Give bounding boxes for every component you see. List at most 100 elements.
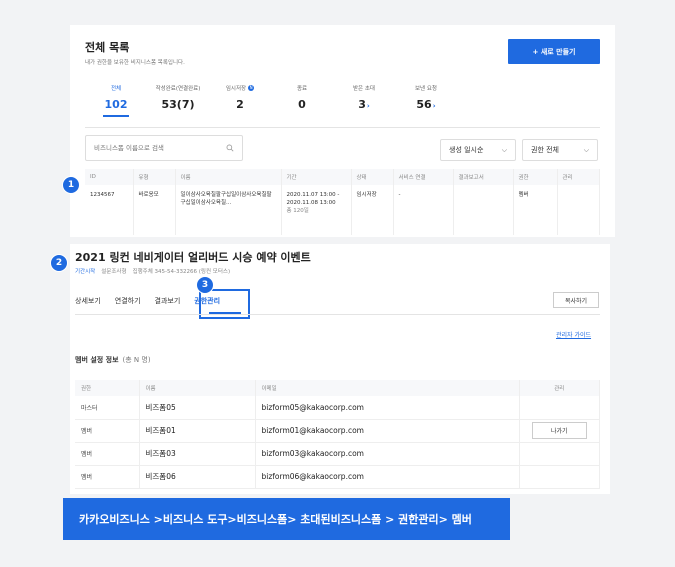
col-name: 이름 bbox=[175, 169, 282, 185]
member-role: 멤버 bbox=[75, 465, 140, 489]
col-period: 기간 bbox=[281, 169, 352, 185]
member-action bbox=[519, 442, 600, 466]
stat-completed[interactable]: 작성완료(연결완료) 53(7) bbox=[147, 83, 209, 117]
col-id: ID bbox=[85, 169, 134, 185]
member-section-title: 멤버 설정 정보 (총 N 명) bbox=[75, 356, 151, 364]
divider bbox=[75, 314, 600, 315]
tab-results[interactable]: 결과보기 bbox=[155, 296, 181, 312]
sort-dropdown-label: 생성 일시순 bbox=[449, 146, 484, 154]
stat-label: 종료 bbox=[296, 86, 308, 92]
stat-value: 3› bbox=[358, 98, 370, 111]
stat-value: 56› bbox=[416, 98, 436, 111]
col-manage: 관리 bbox=[519, 380, 600, 396]
member-email: bizform01@kakaocorp.com bbox=[255, 419, 520, 443]
member-role: 멤버 bbox=[75, 419, 140, 443]
row-permission: 멤버 bbox=[513, 185, 558, 235]
form-table: ID 유형 이름 기간 상태 서비스 연결 결과보고서 권한 관리 123456… bbox=[85, 169, 600, 235]
stat-label: 임시저장 bbox=[225, 86, 247, 92]
col-email: 이메일 bbox=[255, 380, 520, 396]
form-list-panel: 전체 목록 내가 권한을 보유한 비지니스폼 목록입니다. + 새로 만들기 전… bbox=[70, 25, 615, 237]
member-name: 비즈폼01 bbox=[139, 419, 256, 443]
table-row: 멤버 비즈폼03 bizform03@kakaocorp.com bbox=[75, 442, 600, 466]
form-detail-panel: 2021 링컨 네비게이터 얼리버드 시승 예약 이벤트 기간시작 설문조사형 … bbox=[70, 244, 610, 494]
member-action-cell: 나가기 bbox=[519, 419, 600, 443]
stat-value: 53(7) bbox=[161, 98, 195, 111]
step-marker-1: 1 bbox=[62, 176, 80, 194]
permission-dropdown[interactable]: 권한 전체 ⌵ bbox=[522, 139, 598, 161]
table-row[interactable]: 1234567 바로응모 일이삼사오육칠팔구십일이삼사오육칠팔구십일이삼사오육칠… bbox=[85, 185, 600, 235]
table-row: 멤버 비즈폼01 bizform01@kakaocorp.com 나가기 bbox=[75, 419, 600, 443]
step-marker-2: 2 bbox=[50, 254, 68, 272]
meta-manager: 집행주체 345-54-332266 (링컨 모터스) bbox=[132, 269, 231, 275]
row-period: 2020.11.07 13:00 - 2020.11.08 13:00 총 12… bbox=[281, 185, 352, 235]
stat-sent-requests[interactable]: 보낸 요청 56› bbox=[395, 83, 457, 117]
stat-all[interactable]: 전체 102 bbox=[85, 83, 147, 117]
step-marker-3: 3 bbox=[196, 276, 214, 294]
search-box[interactable] bbox=[85, 135, 243, 161]
table-header-row: 권한 이름 이메일 관리 bbox=[75, 380, 600, 396]
table-row: 마스터 비즈폼05 bizform05@kakaocorp.com bbox=[75, 396, 600, 420]
new-badge: N bbox=[248, 85, 255, 91]
table-row: 멤버 비즈폼06 bizform06@kakaocorp.com bbox=[75, 465, 600, 489]
leave-button[interactable]: 나가기 bbox=[531, 422, 587, 439]
member-email: bizform06@kakaocorp.com bbox=[255, 465, 520, 489]
chevron-down-icon: ⌵ bbox=[583, 145, 589, 154]
tab-detail[interactable]: 상세보기 bbox=[75, 296, 101, 312]
col-permission: 권한 bbox=[513, 169, 558, 185]
col-status: 상태 bbox=[351, 169, 394, 185]
admin-guide-link[interactable]: 관리자 가이드 bbox=[556, 330, 591, 339]
member-role: 마스터 bbox=[75, 396, 140, 420]
member-action bbox=[519, 465, 600, 489]
row-report bbox=[453, 185, 514, 235]
member-action bbox=[519, 396, 600, 420]
search-icon[interactable] bbox=[226, 144, 234, 152]
row-status: 임시저장 bbox=[351, 185, 394, 235]
member-table: 권한 이름 이메일 관리 마스터 비즈폼05 bizform05@kakaoco… bbox=[75, 380, 600, 489]
form-title: 2021 링컨 네비게이터 얼리버드 시승 예약 이벤트 bbox=[75, 251, 311, 264]
status-tabs: 전체 102 작성완료(연결완료) 53(7) 임시저장 N 2 종료 0 받은 … bbox=[85, 83, 457, 117]
meta-period-link[interactable]: 기간시작 bbox=[75, 267, 95, 275]
col-type: 유형 bbox=[133, 169, 176, 185]
stat-label: 전체 bbox=[110, 86, 122, 92]
row-name[interactable]: 일이삼사오육칠팔구십일이삼사오육칠팔구십일이삼사오육칠... bbox=[175, 185, 282, 235]
member-name: 비즈폼06 bbox=[139, 465, 256, 489]
member-role: 멤버 bbox=[75, 442, 140, 466]
stat-value: 0 bbox=[298, 98, 306, 111]
breadcrumb-banner: 카카오비즈니스 >비즈니스 도구>비즈니스폼> 초대된비즈니스폼 > 권한관리>… bbox=[63, 498, 510, 540]
member-email: bizform03@kakaocorp.com bbox=[255, 442, 520, 466]
stat-label: 작성완료(연결완료) bbox=[155, 86, 201, 92]
table-header-row: ID 유형 이름 기간 상태 서비스 연결 결과보고서 권한 관리 bbox=[85, 169, 600, 185]
row-id: 1234567 bbox=[85, 185, 134, 235]
permission-dropdown-label: 권한 전체 bbox=[531, 146, 559, 154]
copy-button[interactable]: 복사하기 bbox=[553, 292, 599, 308]
search-input[interactable] bbox=[94, 144, 226, 152]
stat-draft[interactable]: 임시저장 N 2 bbox=[209, 83, 271, 117]
form-meta: 기간시작 설문조사형 집행주체 345-54-332266 (링컨 모터스) bbox=[75, 267, 230, 275]
member-name: 비즈폼05 bbox=[139, 396, 256, 420]
col-name: 이름 bbox=[139, 380, 256, 396]
member-email: bizform05@kakaocorp.com bbox=[255, 396, 520, 420]
page-title: 전체 목록 bbox=[85, 41, 130, 54]
stat-value: 102 bbox=[102, 98, 130, 117]
new-form-button[interactable]: + 새로 만들기 bbox=[508, 39, 600, 64]
divider bbox=[85, 127, 600, 128]
col-service: 서비스 연결 bbox=[393, 169, 454, 185]
stat-label: 받은 초대 bbox=[353, 86, 375, 92]
member-name: 비즈폼03 bbox=[139, 442, 256, 466]
stat-label: 보낸 요청 bbox=[415, 86, 437, 92]
row-manage bbox=[557, 185, 600, 235]
col-report: 결과보고서 bbox=[453, 169, 514, 185]
member-count: (총 N 명) bbox=[122, 356, 151, 364]
col-manage: 관리 bbox=[557, 169, 600, 185]
tab-connect[interactable]: 연결하기 bbox=[115, 296, 141, 312]
chevron-right-icon: › bbox=[432, 102, 436, 110]
row-service: - bbox=[393, 185, 454, 235]
stat-value: 2 bbox=[236, 98, 244, 111]
page-subtitle: 내가 권한을 보유한 비지니스폼 목록입니다. bbox=[85, 60, 185, 66]
stat-received-invites[interactable]: 받은 초대 3› bbox=[333, 83, 395, 117]
col-role: 권한 bbox=[75, 380, 140, 396]
stat-ended[interactable]: 종료 0 bbox=[271, 83, 333, 117]
row-type: 바로응모 bbox=[133, 185, 176, 235]
sort-dropdown[interactable]: 생성 일시순 ⌵ bbox=[440, 139, 516, 161]
chevron-right-icon: › bbox=[366, 102, 370, 110]
